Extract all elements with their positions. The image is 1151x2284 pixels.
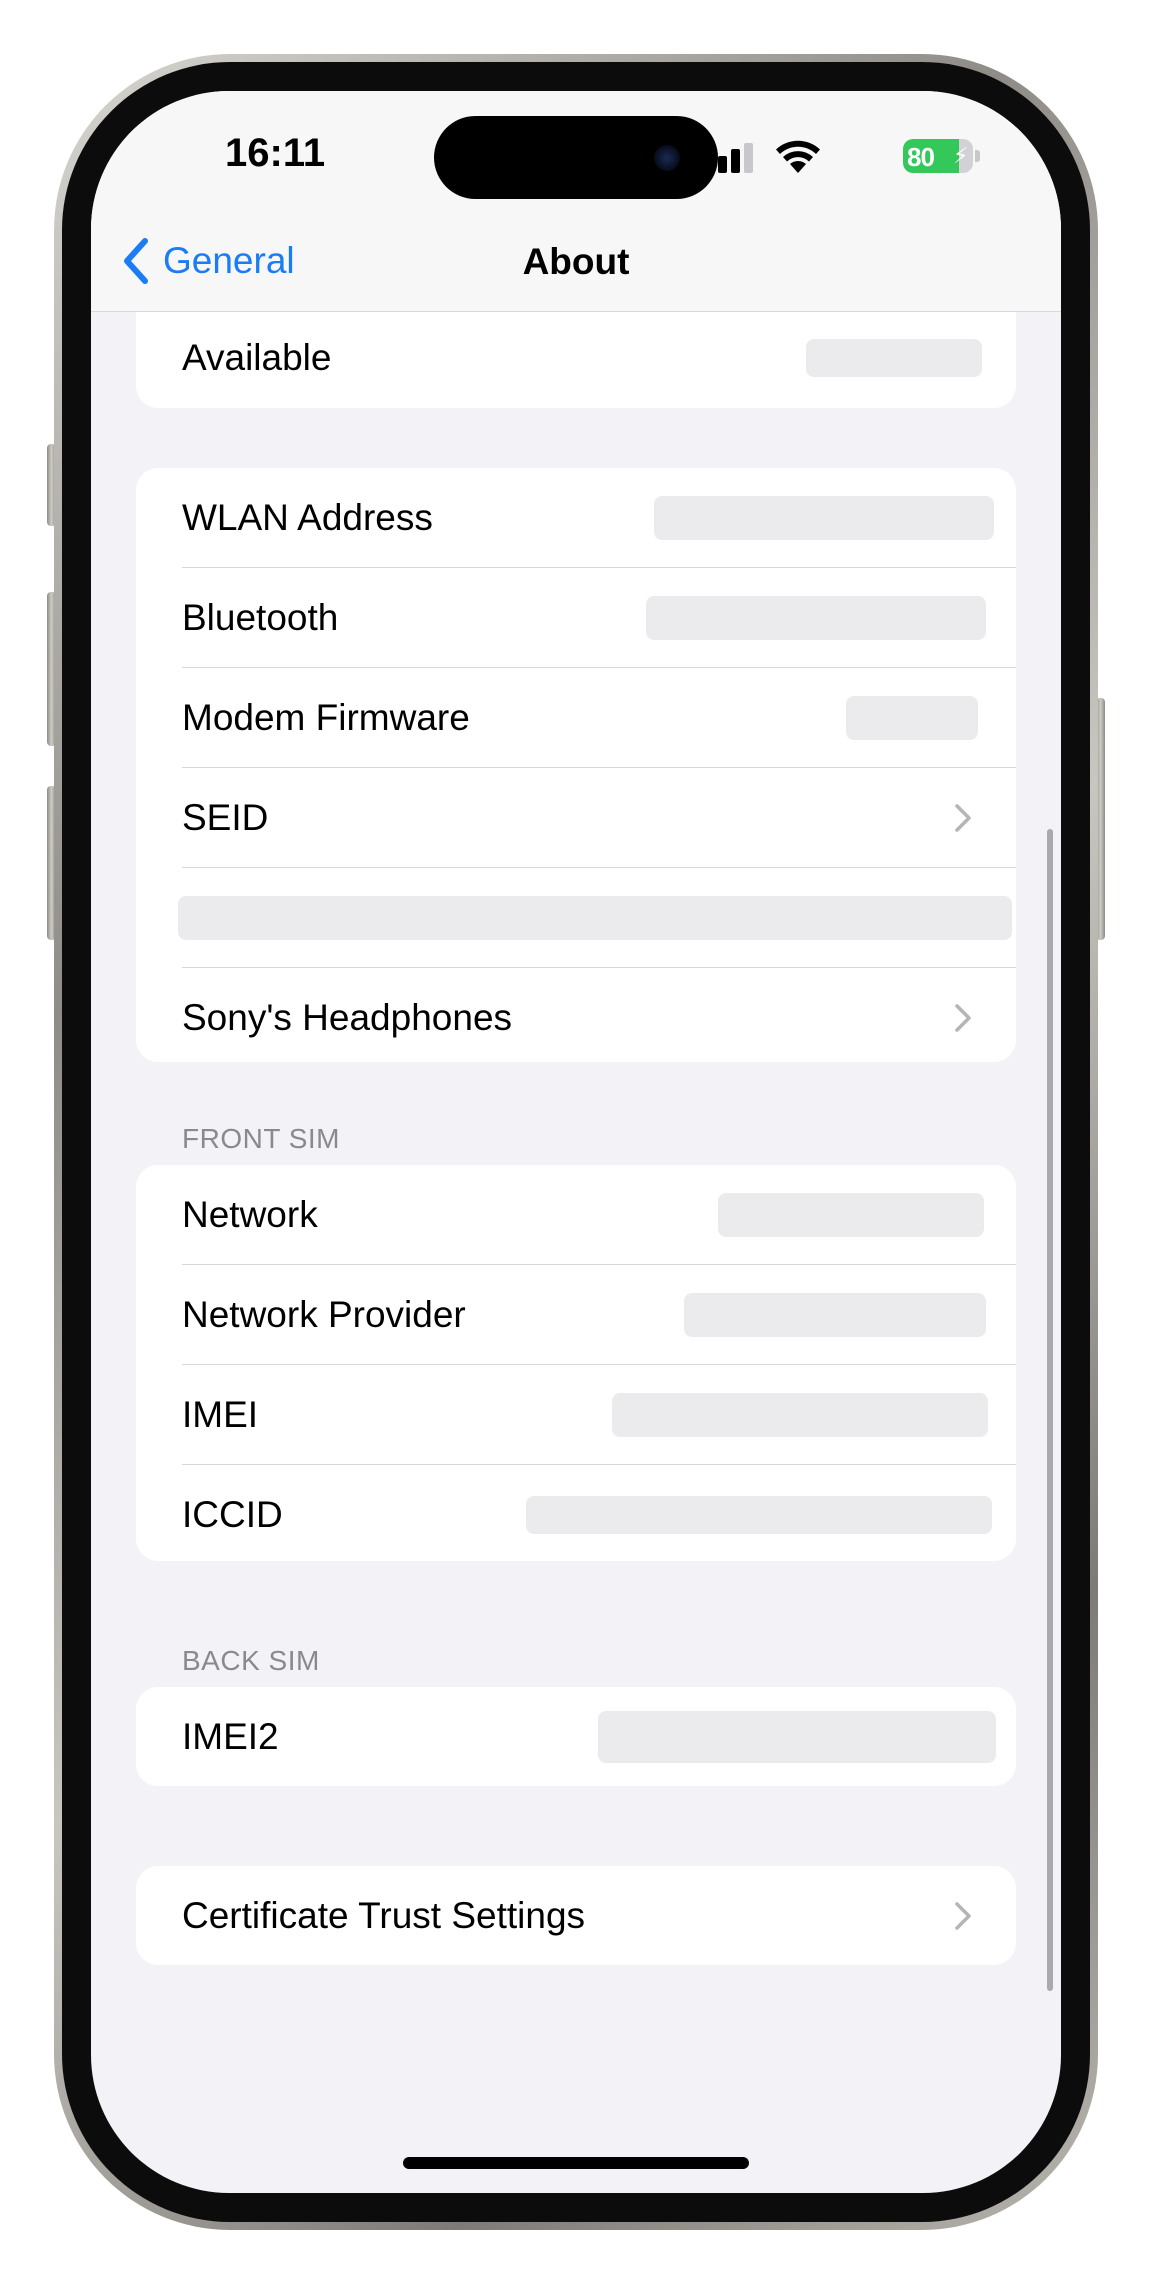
redacted-value [684, 1292, 986, 1337]
back-sim-header: BACK SIM [182, 1645, 320, 1676]
redacted-value [598, 1710, 996, 1763]
sony-headphones-row[interactable]: Sony's Headphones [182, 968, 1016, 1062]
top-bar: 16:11 80 ⚡ General About [91, 91, 1061, 312]
front-sim-group: Network Network Provider IMEI ICCID [136, 1165, 1016, 1561]
redacted-value [718, 1192, 984, 1237]
battery-percentage: 80 [907, 142, 935, 172]
battery-charging-icon: 80 ⚡ [903, 139, 981, 173]
network-row: Network [182, 1165, 1016, 1265]
home-indicator[interactable] [403, 2157, 749, 2169]
wifi-icon [776, 140, 820, 173]
front-sim-header: FRONT SIM [182, 1123, 340, 1154]
sony-headphones-label: Sony's Headphones [182, 996, 513, 1038]
dynamic-island [434, 116, 718, 199]
wlan-address-row: WLAN Address [182, 468, 1016, 568]
modem-firmware-row: Modem Firmware [182, 668, 1016, 768]
bluetooth-label: Bluetooth [182, 596, 339, 638]
network-label: Network [182, 1193, 318, 1235]
cellular-signal-icon [705, 143, 755, 173]
page: 16:11 80 ⚡ General About Available WLAN … [0, 0, 1151, 2284]
imei2-row: IMEI2 [182, 1687, 1016, 1786]
chevron-right-icon [955, 1003, 971, 1032]
network-provider-label: Network Provider [182, 1293, 466, 1335]
battery-cap [975, 150, 980, 162]
certificate-trust-settings-label: Certificate Trust Settings [182, 1894, 586, 1936]
imei-row: IMEI [182, 1365, 1016, 1465]
redacted-row [178, 868, 1016, 968]
network-info-group: WLAN Address Bluetooth Modem Firmware SE… [136, 468, 1016, 1062]
seid-label: SEID [182, 796, 269, 838]
chevron-right-icon [955, 1901, 971, 1930]
available-row: Available [182, 308, 1016, 407]
redacted-value [646, 595, 986, 640]
bolt-icon: ⚡ [953, 143, 969, 168]
redacted-value [612, 1392, 988, 1437]
screen: 16:11 80 ⚡ General About Available WLAN … [91, 91, 1061, 2193]
imei2-label: IMEI2 [182, 1715, 279, 1757]
redacted-value [654, 495, 994, 540]
wlan-address-label: WLAN Address [182, 496, 433, 538]
chevron-right-icon [955, 803, 971, 832]
iccid-row: ICCID [182, 1465, 1016, 1561]
available-label: Available [182, 336, 332, 378]
modem-firmware-label: Modem Firmware [182, 696, 470, 738]
battery-body: 80 ⚡ [903, 139, 973, 173]
status-time: 16:11 [225, 131, 326, 175]
page-title: About [522, 241, 630, 282]
redacted-value [846, 695, 978, 740]
back-sim-group: IMEI2 [136, 1687, 1016, 1786]
status-icons: 80 ⚡ [681, 137, 981, 177]
bluetooth-row: Bluetooth [182, 568, 1016, 668]
camera-icon [654, 145, 680, 171]
imei-label: IMEI [182, 1393, 259, 1435]
seid-row[interactable]: SEID [182, 768, 1016, 868]
network-provider-row: Network Provider [182, 1265, 1016, 1365]
redacted-value [526, 1495, 992, 1534]
iccid-label: ICCID [182, 1493, 283, 1535]
settings-content: Available WLAN Address Bluetooth Modem F… [91, 281, 1061, 2193]
certificate-group: Certificate Trust Settings [136, 1866, 1016, 1965]
redacted-value [806, 338, 982, 377]
scroll-indicator[interactable] [1047, 829, 1053, 1991]
redacted-value [178, 895, 1012, 940]
certificate-trust-settings-row[interactable]: Certificate Trust Settings [182, 1866, 1016, 1965]
